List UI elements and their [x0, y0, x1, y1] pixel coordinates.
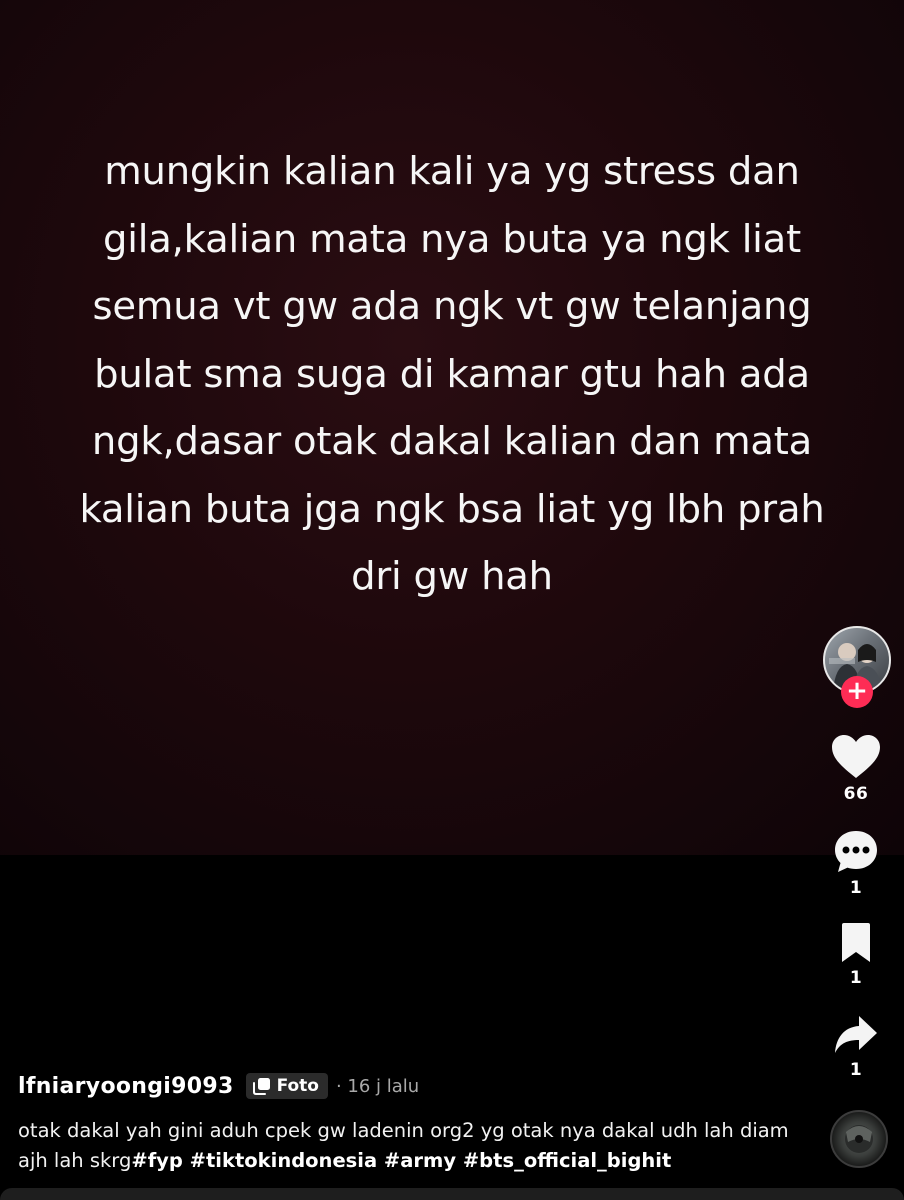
bottom-sheet-edge: [0, 1188, 904, 1200]
bookmark-icon: [842, 923, 870, 962]
author-username[interactable]: lfniaryoongi9093: [18, 1074, 234, 1099]
post-time: · 16 j lalu: [335, 1075, 420, 1097]
share-count: 1: [849, 1060, 863, 1080]
bookmark-count: 1: [849, 968, 863, 988]
music-disc-icon[interactable]: [830, 1110, 888, 1168]
caption-hashtags[interactable]: #fyp #tiktokindonesia #army #bts_officia…: [131, 1149, 671, 1172]
post-caption[interactable]: otak dakal yah gini aduh cpek gw ladenin…: [18, 1116, 808, 1176]
like-count: 66: [843, 784, 869, 804]
photo-type-label: Foto: [276, 1076, 319, 1096]
music-disc-art: [845, 1125, 873, 1153]
post-meta: lfniaryoongi9093 Foto · 16 j lalu: [18, 1068, 818, 1104]
like-button[interactable]: 66: [808, 734, 904, 804]
comment-count: 1: [849, 878, 863, 898]
follow-plus-icon[interactable]: +: [841, 676, 873, 708]
photo-post[interactable]: mungkin kalian kali ya yg stress dan gil…: [0, 0, 904, 855]
share-button[interactable]: 1: [808, 1014, 904, 1080]
heart-icon: [832, 735, 880, 778]
share-icon: [835, 1016, 877, 1053]
post-overlay-text: mungkin kalian kali ya yg stress dan gil…: [79, 149, 825, 599]
bookmark-button[interactable]: 1: [808, 922, 904, 988]
photo-type-badge: Foto: [245, 1073, 328, 1099]
photo-tag-icon: [252, 1078, 270, 1095]
comment-button[interactable]: 1: [808, 828, 904, 898]
comment-icon: [835, 831, 877, 872]
